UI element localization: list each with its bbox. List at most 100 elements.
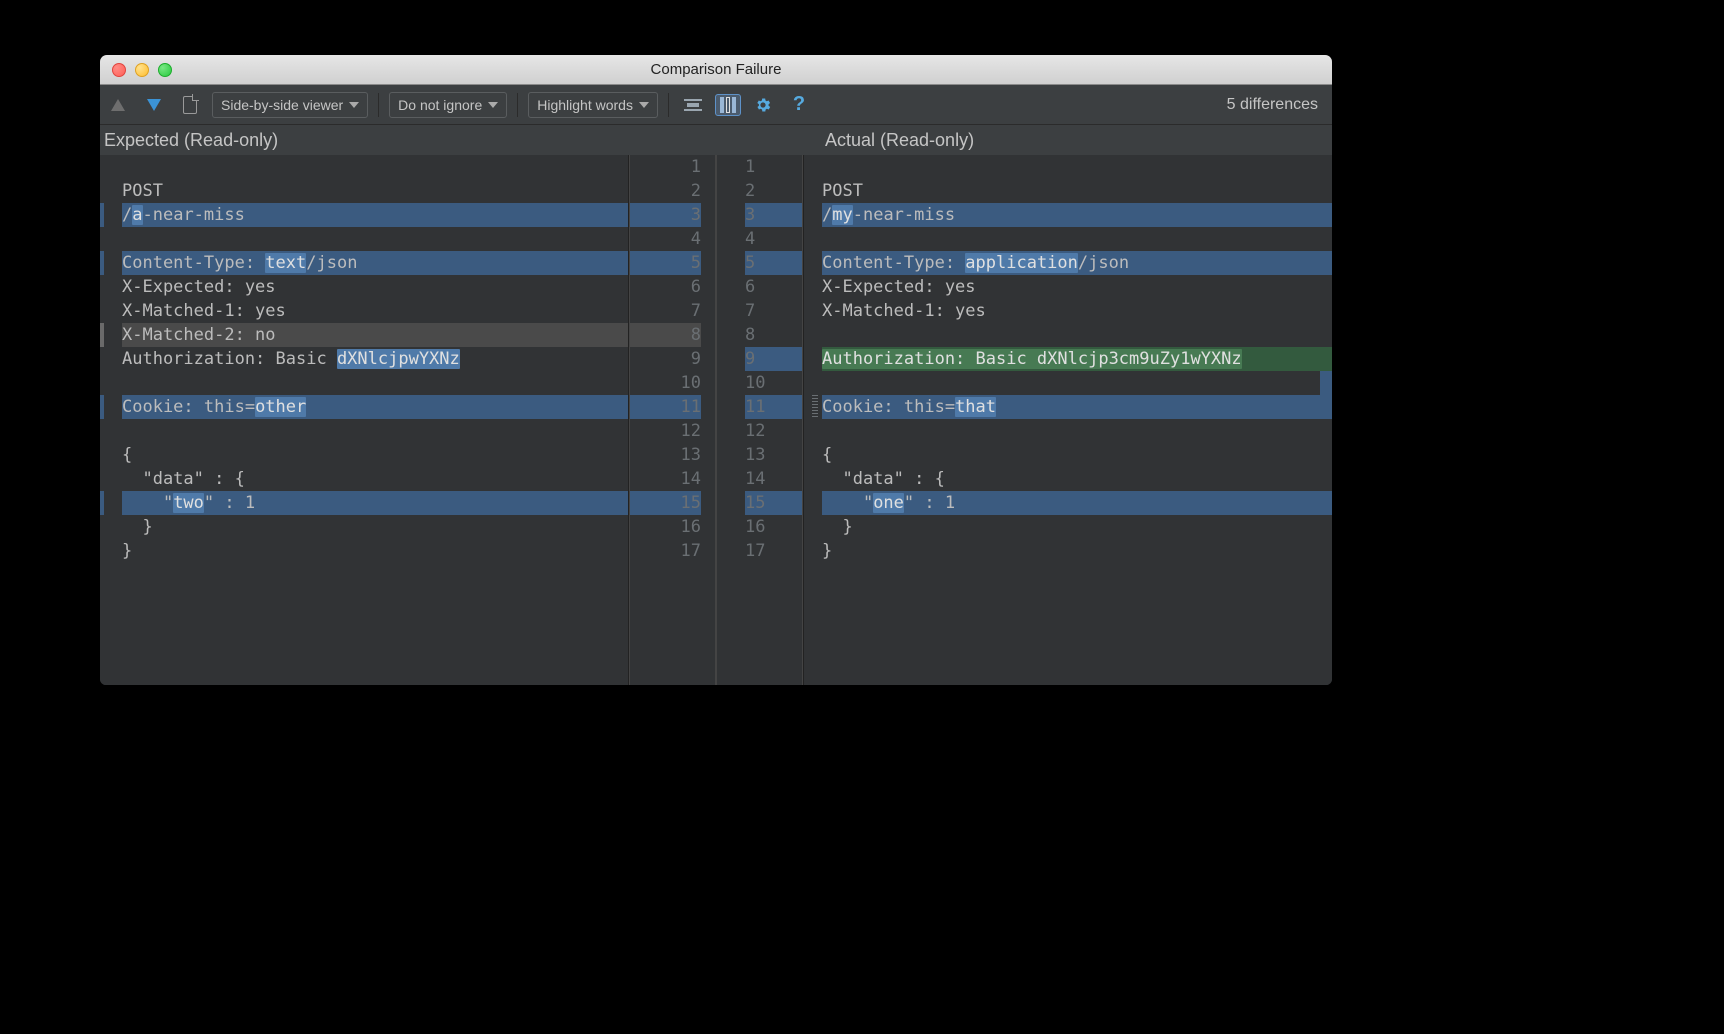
- line-number: 6: [745, 275, 802, 299]
- code-line[interactable]: [822, 227, 1332, 251]
- column-icon: [726, 97, 730, 113]
- code-line[interactable]: Cookie: this=that: [822, 395, 1332, 419]
- help-icon: ?: [793, 93, 805, 116]
- column-icon: [732, 97, 736, 113]
- code-line[interactable]: /a-near-miss: [122, 203, 628, 227]
- collapse-unchanged-button[interactable]: [679, 92, 707, 118]
- line-number: 16: [745, 515, 802, 539]
- code-line[interactable]: "two" : 1: [122, 491, 628, 515]
- code-line[interactable]: X-Matched-1: yes: [122, 299, 628, 323]
- line-number: 1: [745, 155, 802, 179]
- gutter: 1234567891011121314151617 12345678910111…: [629, 155, 803, 685]
- line-number: 5: [745, 251, 802, 275]
- line-number: 5: [630, 251, 701, 275]
- code-line[interactable]: }: [122, 539, 628, 563]
- diff-count-label: 5 differences: [1227, 96, 1324, 114]
- line-number: 4: [630, 227, 701, 251]
- highlight-mode-combo[interactable]: Highlight words: [528, 92, 658, 118]
- line-number: 9: [630, 347, 701, 371]
- arrow-down-icon: [147, 99, 161, 111]
- line-number: 6: [630, 275, 701, 299]
- separator: [378, 93, 379, 117]
- column-icon: [720, 97, 724, 113]
- line-number: 1: [630, 155, 701, 179]
- line-number: 9: [745, 347, 802, 371]
- pane-headers: Expected (Read-only) Actual (Read-only): [100, 125, 1332, 155]
- code-line[interactable]: X-Matched-2: no: [122, 323, 628, 347]
- code-line[interactable]: X-Matched-1: yes: [822, 299, 1332, 323]
- line-number: 8: [745, 323, 802, 347]
- next-diff-button[interactable]: [140, 92, 168, 118]
- viewer-mode-combo[interactable]: Side-by-side viewer: [212, 92, 368, 118]
- diff-window: Comparison Failure Side-by-side viewer D…: [100, 55, 1332, 685]
- collapse-icon: [684, 96, 702, 114]
- highlight-mode-label: Highlight words: [537, 97, 633, 113]
- diff-marker[interactable]: [1320, 491, 1332, 515]
- diff-marker[interactable]: [1320, 347, 1332, 371]
- code-line[interactable]: Cookie: this=other: [122, 395, 628, 419]
- code-line[interactable]: Authorization: Basic dXNlcjpwYXNz: [122, 347, 628, 371]
- code-line[interactable]: [122, 227, 628, 251]
- code-line[interactable]: }: [822, 515, 1332, 539]
- left-editor[interactable]: POST/a-near-missContent-Type: text/jsonX…: [100, 155, 629, 685]
- viewer-mode-label: Side-by-side viewer: [221, 97, 343, 113]
- document-icon: [183, 96, 197, 114]
- line-number: 3: [745, 203, 802, 227]
- line-number: 11: [630, 395, 701, 419]
- prev-diff-button[interactable]: [104, 92, 132, 118]
- code-line[interactable]: [822, 371, 1332, 395]
- code-line[interactable]: {: [122, 443, 628, 467]
- code-line[interactable]: POST: [822, 179, 1332, 203]
- line-number: 7: [630, 299, 701, 323]
- code-line[interactable]: /my-near-miss: [822, 203, 1332, 227]
- code-line[interactable]: }: [122, 515, 628, 539]
- ignore-mode-combo[interactable]: Do not ignore: [389, 92, 507, 118]
- code-line[interactable]: [822, 419, 1332, 443]
- diff-marker[interactable]: [1320, 371, 1332, 395]
- settings-button[interactable]: [749, 92, 777, 118]
- line-number: 4: [745, 227, 802, 251]
- gear-icon: [754, 96, 772, 114]
- line-number: 15: [745, 491, 802, 515]
- diff-marker[interactable]: [1320, 203, 1332, 227]
- help-button[interactable]: ?: [785, 92, 813, 118]
- diff-marker[interactable]: [1320, 395, 1332, 419]
- line-number: 8: [630, 323, 701, 347]
- sync-scroll-button[interactable]: [715, 94, 741, 116]
- diff-editor: POST/a-near-missContent-Type: text/jsonX…: [100, 155, 1332, 685]
- line-number: 14: [630, 467, 701, 491]
- code-line[interactable]: Authorization: Basic dXNlcjp3cm9uZy1wYXN…: [822, 347, 1332, 371]
- arrow-up-icon: [111, 99, 125, 111]
- titlebar[interactable]: Comparison Failure: [100, 55, 1332, 85]
- edit-source-button[interactable]: [176, 92, 204, 118]
- line-number: 15: [630, 491, 701, 515]
- code-line[interactable]: }: [822, 539, 1332, 563]
- diff-marker[interactable]: [1320, 251, 1332, 275]
- right-pane-title: Actual (Read-only): [785, 130, 1332, 151]
- code-line[interactable]: X-Expected: yes: [122, 275, 628, 299]
- code-line[interactable]: [122, 419, 628, 443]
- code-line[interactable]: POST: [122, 179, 628, 203]
- chevron-down-icon: [488, 102, 498, 108]
- code-line[interactable]: Content-Type: text/json: [122, 251, 628, 275]
- line-number: 13: [630, 443, 701, 467]
- line-number: 10: [630, 371, 701, 395]
- code-line[interactable]: Content-Type: application/json: [822, 251, 1332, 275]
- line-number: 12: [745, 419, 802, 443]
- line-number: 2: [630, 179, 701, 203]
- code-line[interactable]: "one" : 1: [822, 491, 1332, 515]
- separator: [668, 93, 669, 117]
- right-editor[interactable]: POST/my-near-miss Content-Type: applicati…: [803, 155, 1332, 685]
- code-line[interactable]: "data" : {: [822, 467, 1332, 491]
- line-number: 3: [630, 203, 701, 227]
- left-pane-title: Expected (Read-only): [100, 130, 611, 151]
- chevron-down-icon: [639, 102, 649, 108]
- code-line[interactable]: X-Expected: yes: [822, 275, 1332, 299]
- line-number: 10: [745, 371, 802, 395]
- code-line[interactable]: [822, 323, 1332, 347]
- code-line[interactable]: [122, 155, 628, 179]
- code-line[interactable]: {: [822, 443, 1332, 467]
- code-line[interactable]: [122, 371, 628, 395]
- code-line[interactable]: [822, 155, 1332, 179]
- code-line[interactable]: "data" : {: [122, 467, 628, 491]
